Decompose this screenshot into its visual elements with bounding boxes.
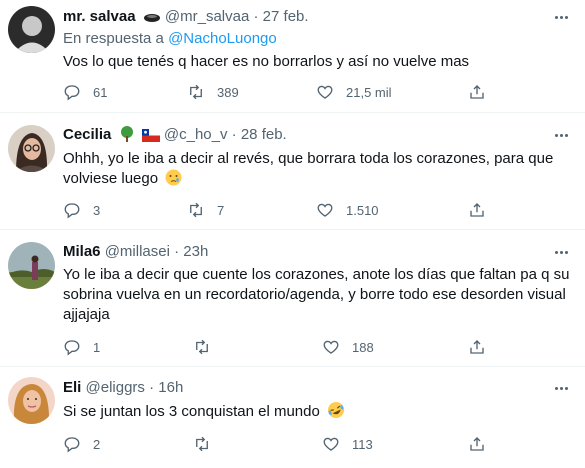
share-button[interactable] (468, 337, 486, 357)
crying-face-emoji (165, 169, 182, 192)
reply-icon (64, 85, 80, 101)
reply-button[interactable]: 2 (63, 434, 100, 454)
retweet-button[interactable] (193, 337, 223, 357)
retweet-button[interactable]: 389 (187, 82, 239, 102)
like-count: 21,5 mil (346, 84, 392, 100)
handle[interactable]: @eliggrs (86, 379, 145, 396)
avatar[interactable] (8, 377, 55, 424)
chile-flag-emoji (141, 128, 160, 147)
reply-icon (64, 437, 80, 453)
share-icon (470, 340, 484, 354)
more-options-button[interactable] (551, 378, 571, 398)
like-count: 188 (352, 339, 374, 355)
display-name[interactable]: Eli (63, 379, 81, 396)
retweet-button[interactable] (193, 434, 223, 454)
more-options-button[interactable] (551, 242, 571, 262)
reply-count: 1 (93, 339, 101, 355)
tweet-4[interactable]: Eli @eliggrs · 16h Si se juntan los 3 co… (0, 367, 585, 468)
retweet-icon (190, 202, 202, 218)
tweet-text-wrapper: Si se juntan los 3 conquistan el mundo (63, 401, 573, 425)
tweet-text: Yo le iba a decir que cuente los corazon… (63, 266, 570, 323)
timestamp[interactable]: 27 feb. (263, 8, 309, 25)
like-button[interactable]: 188 (322, 337, 374, 357)
like-count: 1.510 (346, 202, 379, 218)
tree-emoji (119, 126, 135, 147)
share-button[interactable] (468, 434, 486, 454)
timestamp[interactable]: 28 feb. (241, 126, 287, 143)
heart-icon (323, 437, 339, 451)
rolling-laughing-emoji (327, 401, 345, 425)
retweet-button[interactable]: 7 (187, 200, 224, 220)
share-button[interactable] (468, 200, 486, 220)
reply-count: 3 (93, 202, 101, 218)
retweet-count: 7 (217, 202, 225, 218)
more-options-button[interactable] (551, 125, 571, 145)
like-button[interactable]: 113 (322, 434, 373, 454)
reply-button[interactable]: 1 (63, 337, 100, 357)
display-name[interactable]: mr. salvaa (63, 8, 136, 25)
tweet-text: Vos lo que tenés q hacer es no borrarlos… (63, 53, 470, 70)
heart-icon (317, 85, 333, 99)
reply-button[interactable]: 3 (63, 200, 100, 220)
share-icon (470, 85, 484, 99)
share-icon (470, 437, 484, 451)
share-button[interactable] (468, 82, 486, 102)
retweet-icon (196, 339, 208, 355)
tweet-text-wrapper: Ohhh, yo le iba a decir al revés, que bo… (63, 149, 573, 192)
retweet-icon (190, 84, 202, 100)
reply-count: 2 (93, 436, 101, 452)
avatar[interactable] (8, 125, 55, 172)
share-icon (470, 203, 484, 217)
retweet-icon (196, 436, 208, 452)
black-oval-emoji (143, 10, 161, 29)
retweet-count: 389 (217, 84, 239, 100)
tweet-2[interactable]: Cecilia @c_ho_v · 28 feb. Ohhh, yo le ib… (0, 113, 585, 230)
reply-prefix: En respuesta a (63, 30, 164, 47)
handle[interactable]: @c_ho_v (164, 126, 228, 143)
more-options-button[interactable] (551, 7, 571, 27)
reply-handle-link[interactable]: @NachoLuongo (168, 30, 277, 47)
separator: · (174, 243, 180, 260)
like-count: 113 (352, 436, 373, 452)
heart-icon (323, 340, 339, 354)
reply-count: 61 (93, 84, 108, 100)
avatar[interactable] (8, 6, 55, 53)
like-button[interactable]: 21,5 mil (316, 82, 392, 102)
separator: · (231, 126, 237, 143)
handle[interactable]: @mr_salvaa (165, 8, 249, 25)
tweet-1[interactable]: mr. salvaa @mr_salvaa · 27 feb. En respu… (0, 0, 585, 113)
tweet-3[interactable]: Mila6 @millasei · 23h Yo le iba a decir … (0, 230, 585, 367)
handle[interactable]: @millasei (105, 243, 170, 260)
tweet-text: Ohhh, yo le iba a decir al revés, que bo… (63, 150, 554, 187)
reply-icon (64, 340, 80, 356)
reply-button[interactable]: 61 (63, 82, 107, 102)
tweet-text: Si se juntan los 3 conquistan el mundo (63, 403, 320, 420)
heart-icon (317, 203, 333, 217)
separator: · (149, 379, 155, 396)
timestamp[interactable]: 23h (183, 243, 208, 260)
separator: · (253, 8, 259, 25)
avatar[interactable] (8, 242, 55, 289)
like-button[interactable]: 1.510 (316, 200, 379, 220)
display-name[interactable]: Cecilia (63, 126, 111, 143)
reply-icon (64, 203, 80, 219)
timestamp[interactable]: 16h (158, 379, 183, 396)
display-name[interactable]: Mila6 (63, 243, 101, 260)
reply-context: En respuesta a @NachoLuongo (63, 30, 277, 47)
